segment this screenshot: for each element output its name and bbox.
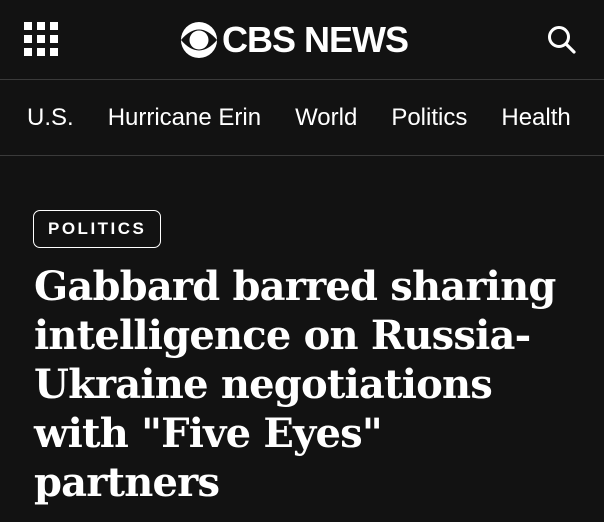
nav-items: U.S. Hurricane Erin World Politics Healt… (27, 80, 604, 155)
category-badge[interactable]: POLITICS (33, 210, 162, 248)
nav-item-politics[interactable]: Politics (391, 104, 467, 132)
nav-item-us[interactable]: U.S. (27, 104, 74, 132)
search-icon[interactable] (546, 24, 578, 56)
nav-item-health[interactable]: Health (501, 104, 570, 132)
top-bar: CBS NEWS (0, 0, 604, 80)
article-headline: Gabbard barred sharing intelligence on R… (34, 263, 556, 506)
logo-text: CBS NEWS (222, 19, 409, 60)
nav-item-hurricane-erin[interactable]: Hurricane Erin (108, 104, 261, 132)
grid-menu-icon[interactable] (24, 22, 58, 56)
section-nav: U.S. Hurricane Erin World Politics Healt… (0, 80, 604, 156)
cbs-eye-icon (180, 21, 218, 59)
cbs-news-logo[interactable]: CBS NEWS (180, 16, 409, 64)
nav-item-world[interactable]: World (295, 104, 357, 132)
